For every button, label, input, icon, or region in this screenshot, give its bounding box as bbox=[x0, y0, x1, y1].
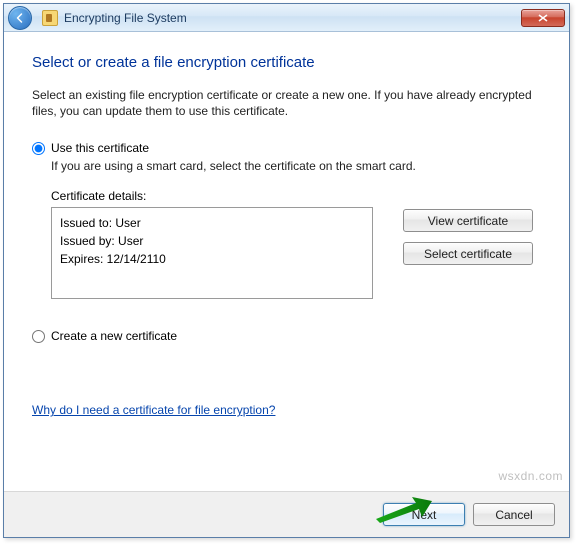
radio-use-label: Use this certificate bbox=[51, 141, 149, 155]
certificate-action-buttons: View certificate Select certificate bbox=[403, 209, 533, 265]
cert-issued-to: Issued to: User bbox=[60, 214, 364, 232]
close-button[interactable] bbox=[521, 9, 565, 27]
radio-create-label: Create a new certificate bbox=[51, 329, 177, 343]
option-create-certificate[interactable]: Create a new certificate bbox=[32, 329, 541, 343]
certificate-details-box: Issued to: User Issued by: User Expires:… bbox=[51, 207, 373, 299]
back-arrow-icon bbox=[14, 12, 26, 24]
wizard-window: Encrypting File System Select or create … bbox=[3, 3, 570, 538]
efs-icon bbox=[42, 10, 58, 26]
cert-expires: Expires: 12/14/2110 bbox=[60, 250, 364, 268]
footer: Next Cancel bbox=[4, 491, 569, 537]
option-use-certificate[interactable]: Use this certificate bbox=[32, 141, 541, 155]
cancel-button[interactable]: Cancel bbox=[473, 503, 555, 526]
select-certificate-button[interactable]: Select certificate bbox=[403, 242, 533, 265]
view-certificate-button[interactable]: View certificate bbox=[403, 209, 533, 232]
back-button[interactable] bbox=[8, 6, 32, 30]
titlebar: Encrypting File System bbox=[4, 4, 569, 32]
radio-create-certificate[interactable] bbox=[32, 330, 45, 343]
page-description: Select an existing file encryption certi… bbox=[32, 87, 541, 119]
watermark-text: wsxdn.com bbox=[498, 469, 563, 483]
close-icon bbox=[538, 14, 548, 22]
certificate-details-area: Issued to: User Issued by: User Expires:… bbox=[51, 207, 541, 299]
window-title: Encrypting File System bbox=[64, 11, 187, 25]
content-area: Select or create a file encryption certi… bbox=[4, 32, 569, 417]
page-heading: Select or create a file encryption certi… bbox=[32, 54, 541, 71]
certificate-details-label: Certificate details: bbox=[51, 189, 541, 203]
use-certificate-hint: If you are using a smart card, select th… bbox=[51, 159, 541, 173]
help-link[interactable]: Why do I need a certificate for file enc… bbox=[32, 403, 275, 417]
radio-use-certificate[interactable] bbox=[32, 142, 45, 155]
next-button[interactable]: Next bbox=[383, 503, 465, 526]
cert-issued-by: Issued by: User bbox=[60, 232, 364, 250]
